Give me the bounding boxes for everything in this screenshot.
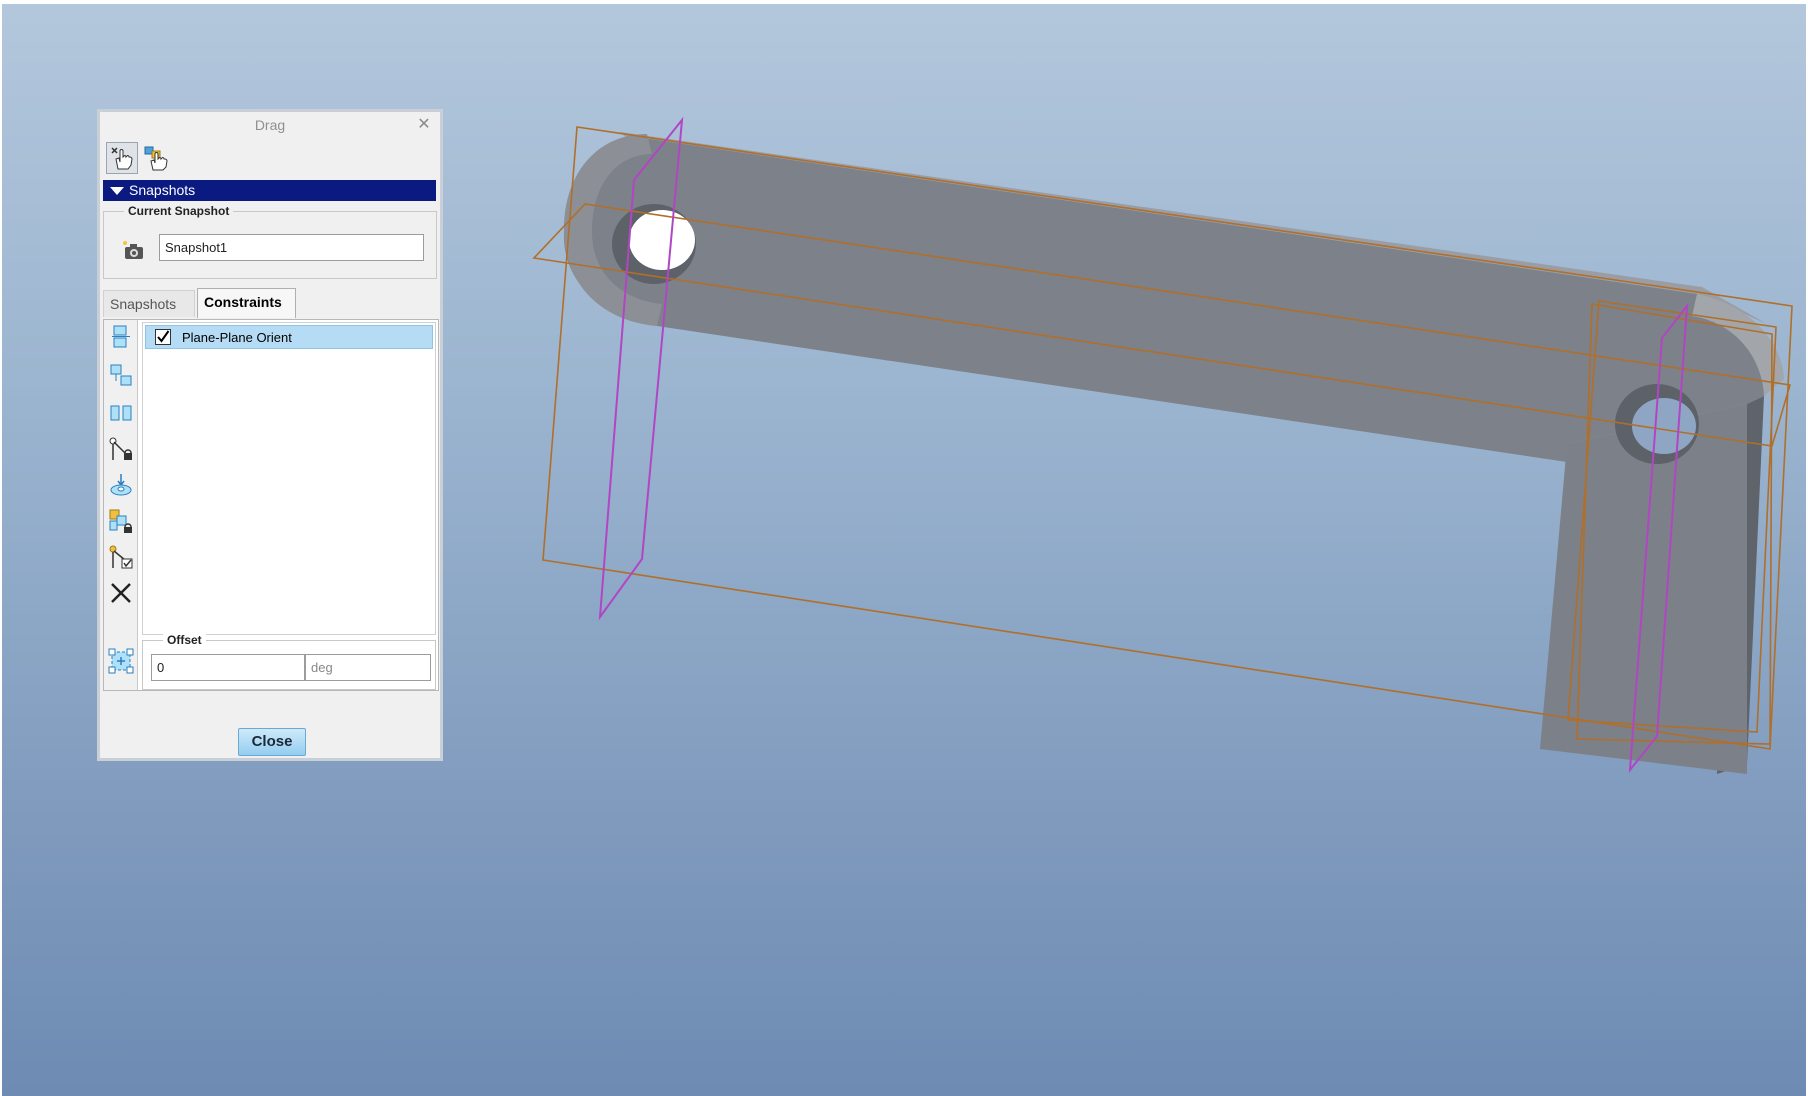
body-body-lock-button[interactable] (108, 472, 134, 498)
motion-axis-constraint-icon (109, 437, 132, 460)
align-two-entities-button[interactable] (108, 324, 134, 350)
snapshot-name-input[interactable] (159, 234, 424, 261)
current-snapshot-group: Current Snapshot (103, 204, 437, 279)
align-two-entities-icon (112, 325, 130, 348)
tab-constraints[interactable]: Constraints (197, 288, 296, 318)
list-item[interactable]: Plane-Plane Orient (145, 325, 433, 349)
assembly-offset-icon (108, 648, 134, 674)
tab-snapshots[interactable]: Snapshots (103, 290, 195, 317)
dialog-title: Drag (254, 117, 286, 133)
constraints-panel: Plane-Plane Orient Offset (103, 319, 439, 691)
constraint-checkbox[interactable] (155, 329, 171, 345)
camera-icon (122, 240, 146, 265)
drag-body-mode-button[interactable] (140, 142, 172, 174)
orient-two-planes-icon (110, 405, 132, 421)
section-header-label: Snapshots (129, 182, 196, 198)
snapshots-section-header[interactable]: Snapshots (103, 180, 436, 201)
body-body-lock-icon (110, 474, 132, 496)
offset-label: Offset (163, 633, 206, 647)
offset-group: Offset (142, 633, 436, 690)
lock-bodies-icon (109, 509, 132, 533)
constraint-toolstrip (104, 320, 138, 690)
enable-disable-connection-button[interactable] (108, 544, 134, 570)
close-x-icon[interactable]: ✕ (414, 114, 434, 136)
current-snapshot-label: Current Snapshot (124, 204, 234, 218)
hand-body-icon (144, 146, 168, 171)
offset-unit-field (305, 654, 431, 681)
collapse-triangle-icon (110, 187, 124, 195)
orient-two-planes-button[interactable] (108, 400, 134, 426)
enable-disable-connection-icon (109, 545, 133, 569)
checkmark-icon (157, 330, 170, 343)
delete-constraint-icon (111, 583, 131, 603)
delete-constraint-button[interactable] (108, 580, 134, 606)
mate-two-entities-button[interactable] (108, 362, 134, 388)
drag-dialog: Drag ✕ Snapshots Current Snapshot Snapsh… (97, 109, 443, 761)
constraint-label: Plane-Plane Orient (182, 330, 292, 345)
motion-axis-constraint-button[interactable] (108, 436, 134, 462)
hand-pointer-icon (111, 147, 133, 170)
lock-bodies-button[interactable] (108, 508, 134, 534)
assembly-offset-button[interactable] (108, 648, 134, 674)
close-button[interactable]: Close (238, 728, 306, 756)
constraints-list: Plane-Plane Orient (142, 322, 436, 635)
mate-two-entities-icon (110, 364, 132, 386)
drag-point-mode-button[interactable] (106, 142, 138, 174)
offset-value-input[interactable] (151, 654, 305, 681)
